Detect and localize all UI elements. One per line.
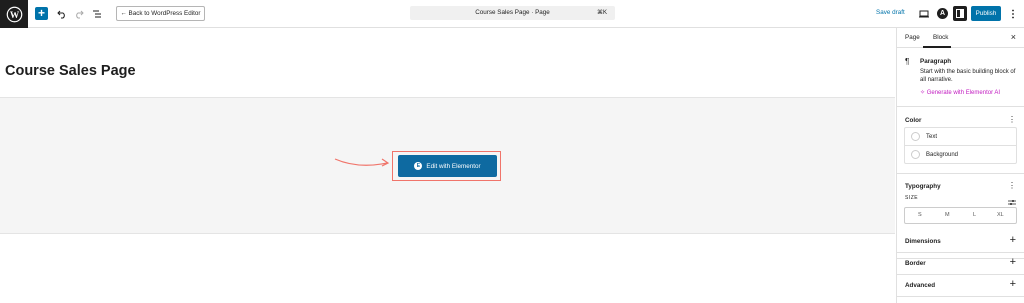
generate-with-elementor-ai-link[interactable]: ✧ Generate with Elementor AI — [920, 89, 1000, 96]
command-palette-bar[interactable]: Course Sales Page · Page ⌘K — [410, 6, 615, 20]
publish-button[interactable]: Publish — [971, 6, 1001, 21]
avatar-icon[interactable]: A — [937, 8, 948, 19]
size-option-s[interactable]: S — [918, 212, 922, 218]
redo-icon[interactable] — [72, 7, 86, 21]
editor-top-bar: W + ← Back to WordPress Editor Course Sa… — [0, 0, 1024, 28]
arrow-icon — [334, 158, 390, 167]
font-size-picker: S M L XL — [904, 207, 1017, 224]
settings-sidebar-icon[interactable] — [953, 6, 967, 21]
advanced-panel[interactable]: Advanced + — [897, 275, 1024, 297]
view-icon[interactable] — [917, 7, 931, 21]
edit-with-elementor-button[interactable]: E Edit with Elementor — [398, 155, 497, 177]
typography-panel-title[interactable]: Typography — [905, 183, 941, 190]
color-panel-title[interactable]: Color — [905, 117, 921, 124]
sparkle-icon: ✧ — [920, 90, 926, 96]
undo-icon[interactable] — [55, 7, 69, 21]
color-item-label: Text — [926, 134, 938, 140]
plus-icon[interactable]: + — [1010, 257, 1016, 268]
ai-link-label: Generate with Elementor AI — [926, 90, 1001, 96]
shortcut-hint: ⌘K — [596, 10, 607, 16]
tab-block[interactable]: Block — [933, 34, 948, 41]
color-item-text[interactable]: Text — [905, 128, 1016, 146]
add-block-icon[interactable]: + — [35, 7, 48, 20]
edit-with-elementor-label: Edit with Elementor — [426, 162, 481, 170]
plus-icon[interactable]: + — [1010, 235, 1016, 246]
svg-text:W: W — [9, 10, 19, 20]
document-title: Course Sales Page · Page — [475, 9, 550, 16]
back-to-wordpress-editor-button[interactable]: ← Back to WordPress Editor — [116, 6, 205, 21]
size-option-m[interactable]: M — [945, 212, 950, 218]
paragraph-icon: ¶ — [905, 57, 910, 66]
editor-canvas: Course Sales Page E Edit with Elementor — [0, 28, 896, 303]
sidebar-tabs: Page Block × — [897, 28, 1024, 48]
save-draft-button[interactable]: Save draft — [876, 9, 905, 16]
panel-title: Dimensions — [905, 238, 941, 245]
elementor-logo-icon: E — [414, 162, 423, 170]
tab-page[interactable]: Page — [905, 34, 920, 41]
color-item-label: Background — [926, 152, 959, 158]
options-icon[interactable] — [1006, 7, 1020, 21]
color-panel: Color ⋮ Text Background — [897, 107, 1024, 174]
plus-icon[interactable]: + — [1010, 279, 1016, 290]
block-card: ¶ Paragraph Start with the basic buildin… — [897, 49, 1024, 107]
color-list: Text Background — [904, 127, 1017, 164]
settings-sidebar: Page Block × ¶ Paragraph Start with the … — [896, 28, 1024, 303]
dimensions-panel[interactable]: Dimensions + — [897, 231, 1024, 253]
panel-title: Advanced — [905, 282, 936, 289]
panel-title: Border — [905, 260, 926, 267]
page-title[interactable]: Course Sales Page — [5, 63, 136, 79]
document-overview-icon[interactable] — [90, 7, 104, 21]
size-option-xl[interactable]: XL — [997, 212, 1004, 218]
elementor-placeholder-area: E Edit with Elementor — [0, 97, 895, 234]
block-title: Paragraph — [920, 58, 952, 65]
color-swatch — [911, 150, 920, 159]
block-description: Start with the basic building block of a… — [920, 69, 1016, 83]
size-label: SIZE — [905, 195, 919, 201]
close-icon[interactable]: × — [1011, 32, 1016, 42]
color-item-background[interactable]: Background — [905, 146, 1016, 164]
color-swatch — [911, 132, 920, 141]
border-panel[interactable]: Border + — [897, 253, 1024, 275]
size-option-l[interactable]: L — [973, 212, 976, 218]
active-tab-indicator — [923, 46, 951, 48]
kebab-icon[interactable]: ⋮ — [1008, 182, 1016, 190]
wordpress-logo-icon[interactable]: W — [0, 0, 28, 28]
kebab-icon[interactable]: ⋮ — [1008, 116, 1016, 124]
